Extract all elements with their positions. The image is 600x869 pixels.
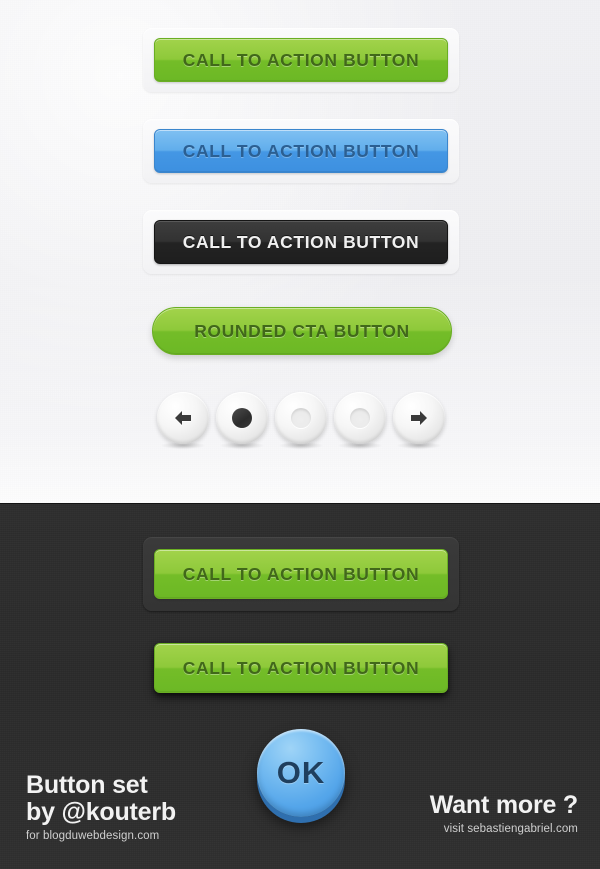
arrow-left-icon [175,411,191,425]
cta-dark-label: CALL TO ACTION BUTTON [182,231,420,252]
footer-left: Button set by @kouterb for blogduwebdesi… [26,771,176,843]
footer-right: Want more ? visit sebastiengabriel.com [429,791,578,836]
light-showcase-section: CALL TO ACTION BUTTON CALL TO ACTION BUT… [0,0,600,503]
nav-dot-2-button[interactable] [275,392,327,444]
cta-green-raised-dark-button[interactable]: CALL TO ACTION BUTTON [154,643,448,693]
button-set-showcase: CALL TO ACTION BUTTON CALL TO ACTION BUT… [0,0,600,869]
footer-cta-title: Want more ? [429,791,578,819]
footer-credit: for blogduwebdesign.com [26,830,160,842]
dot-filled-icon [232,408,252,428]
nav-dot-3-button[interactable] [334,392,386,444]
cta-green-raised-dark-label: CALL TO ACTION BUTTON [182,657,420,678]
cta-green-label: CALL TO ACTION BUTTON [182,49,420,70]
footer-author: by @kouterb [26,798,176,826]
nav-prev-button[interactable] [157,392,209,444]
cta-rounded-button[interactable]: ROUNDED CTA BUTTON [152,307,452,355]
dot-hollow-icon [291,408,311,428]
cta-dark-button[interactable]: CALL TO ACTION BUTTON [154,220,448,264]
ok-button[interactable]: OK [257,729,345,817]
cta-blue-label: CALL TO ACTION BUTTON [182,140,420,161]
cta-green-framed-dark-label: CALL TO ACTION BUTTON [182,563,420,584]
footer-cta-credit: visit sebastiengabriel.com [443,823,578,835]
nav-next-button[interactable] [393,392,445,444]
cta-rounded-label: ROUNDED CTA BUTTON [194,320,410,341]
nav-dot-1-button[interactable] [216,392,268,444]
ok-button-label: OK [276,755,326,790]
circle-nav-row [157,392,447,452]
cta-green-button[interactable]: CALL TO ACTION BUTTON [154,38,448,82]
arrow-right-icon [411,411,427,425]
cta-blue-button[interactable]: CALL TO ACTION BUTTON [154,129,448,173]
footer-title: Button set [26,771,148,799]
dot-hollow-icon [350,408,370,428]
cta-green-framed-dark-button[interactable]: CALL TO ACTION BUTTON [154,549,448,599]
